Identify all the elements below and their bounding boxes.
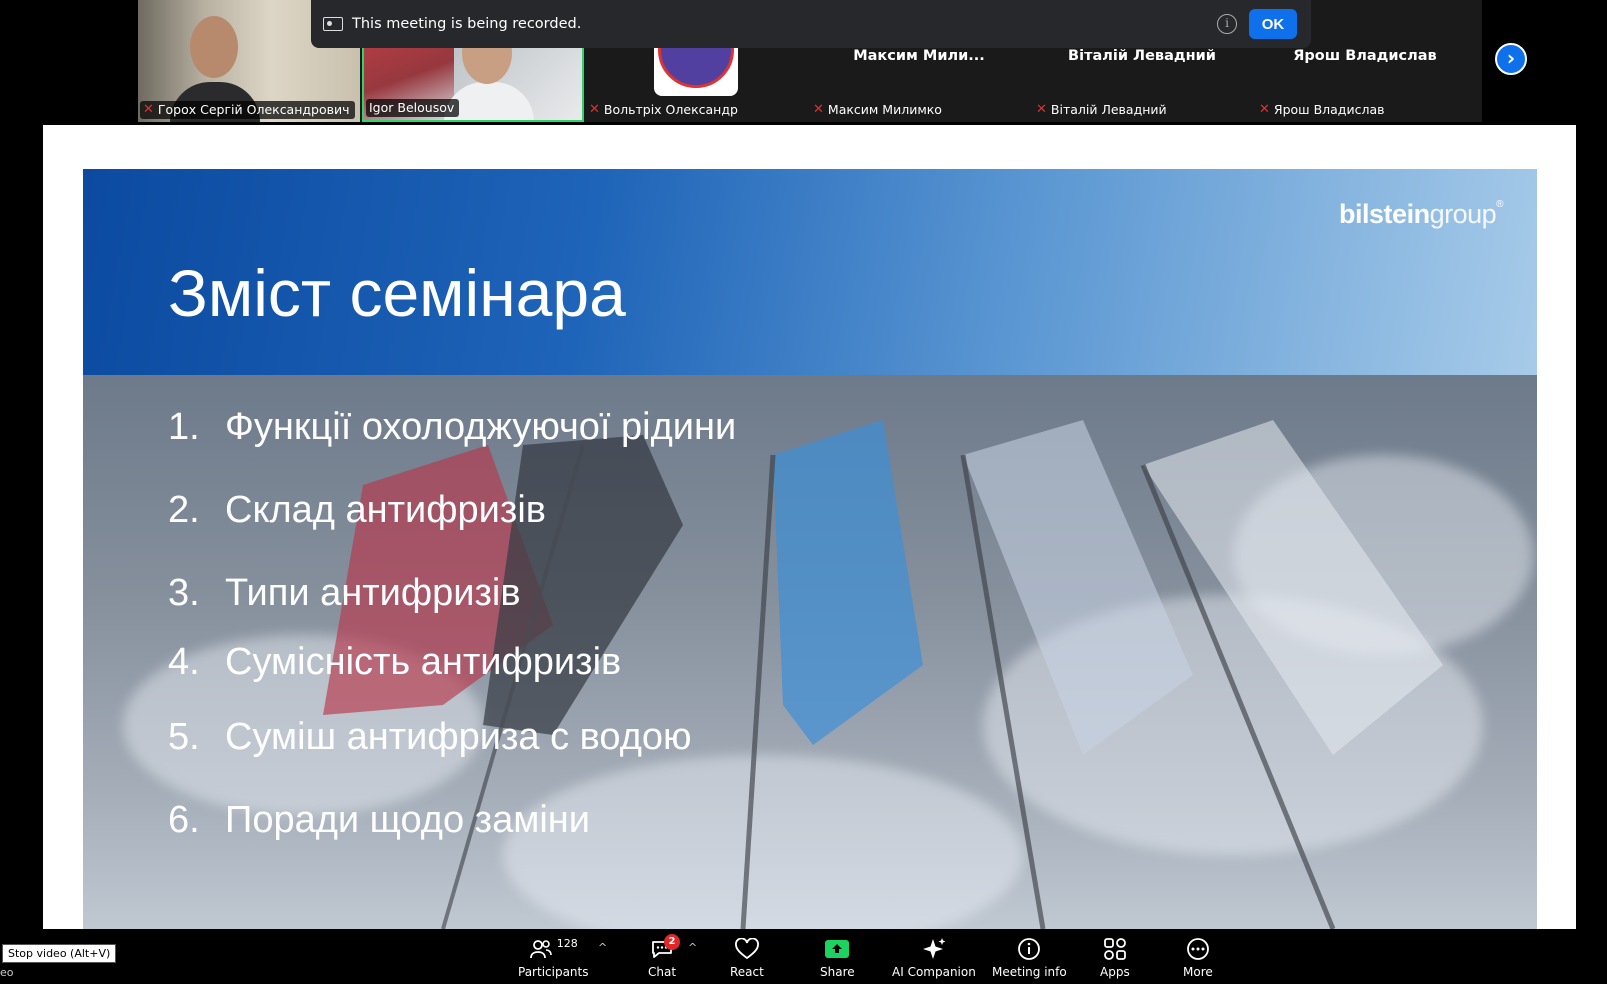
participant-name: Ярош Владислав: [1273, 102, 1385, 117]
agenda-item: 2. Склад антифризів: [168, 489, 546, 531]
participant-name-tag: ✕ Ярош Владислав: [1256, 101, 1389, 119]
bilstein-group-logo: bilsteingroup®: [1339, 199, 1503, 229]
recording-camera-icon: [323, 17, 343, 31]
stop-video-tooltip: Stop video (Alt+V): [2, 944, 117, 963]
more-label: More: [1183, 965, 1213, 979]
react-button[interactable]: React: [730, 935, 764, 979]
chat-unread-badge: 2: [664, 934, 681, 950]
slide-title: Зміст семінара: [168, 256, 626, 330]
share-screen-icon: [824, 935, 850, 963]
participant-display-name: Віталій Левадний: [1068, 48, 1216, 64]
more-button[interactable]: More: [1183, 935, 1213, 979]
chat-label: Chat: [648, 965, 677, 979]
more-dots-icon: [1185, 935, 1211, 963]
agenda-item: 3. Типи антифризів: [168, 572, 521, 614]
participant-name-tag: ✕ Горох Сергій Олександрович: [140, 101, 355, 119]
agenda-item: 5. Суміш антифриза с водою: [168, 716, 692, 758]
agenda-item: 4. Сумісність антифризів: [168, 641, 622, 683]
mic-muted-icon: ✕: [813, 102, 824, 117]
recording-ok-button[interactable]: OK: [1249, 9, 1297, 39]
participant-video-face: [190, 16, 238, 78]
recording-banner: This meeting is being recorded. i OK: [311, 0, 1311, 48]
react-label: React: [730, 965, 764, 979]
chat-icon: 2: [650, 934, 681, 963]
participant-name-tag: ✕ Максим Милимко: [810, 101, 947, 119]
mic-muted-icon: ✕: [1259, 102, 1270, 117]
participants-button[interactable]: 128 Participants: [518, 935, 589, 979]
participants-icon: 128: [529, 935, 578, 963]
apps-grid-icon: [1103, 935, 1127, 963]
participant-name: Igor Belousov: [369, 100, 455, 115]
mic-muted-icon: ✕: [1036, 102, 1047, 117]
meeting-toolbar: 128 Participants ^ 2 Chat ^ React Share …: [0, 929, 1607, 984]
participant-name: Вольтріх Олександр: [603, 102, 738, 117]
participants-label: Participants: [518, 965, 589, 979]
share-label: Share: [820, 965, 855, 979]
chat-caret-icon[interactable]: ^: [688, 941, 697, 954]
apps-button[interactable]: Apps: [1100, 935, 1130, 979]
agenda-item: 6. Поради щодо заміни: [168, 799, 591, 841]
participant-name-tag: Igor Belousov: [366, 99, 460, 117]
participant-display-name: Ярош Владислав: [1293, 48, 1437, 64]
info-icon[interactable]: i: [1217, 14, 1237, 34]
video-label-fragment: eo: [0, 966, 14, 979]
info-circle-icon: [1016, 935, 1042, 963]
next-page-chevron-icon[interactable]: ›: [1495, 43, 1527, 75]
mic-muted-icon: ✕: [143, 102, 154, 117]
sparkle-icon: [921, 935, 947, 963]
shared-screen: Зміст семінара bilsteingroup® 1. Функції …: [43, 125, 1576, 929]
agenda-item: 1. Функції охолоджуючої рідини: [168, 406, 737, 448]
participant-name: Віталій Левадний: [1050, 102, 1167, 117]
participant-display-name: Максим Мили...: [853, 48, 985, 64]
meeting-info-button[interactable]: Meeting info: [992, 935, 1067, 979]
meeting-info-label: Meeting info: [992, 965, 1067, 979]
ai-companion-label: AI Companion: [892, 965, 976, 979]
participant-avatar: [654, 44, 738, 96]
participant-name-tag: ✕ Віталій Левадний: [1033, 101, 1172, 119]
chat-button[interactable]: 2 Chat: [648, 934, 681, 979]
participant-name: Максим Милимко: [827, 102, 942, 117]
presentation-slide: Зміст семінара bilsteingroup® 1. Функції …: [83, 169, 1537, 929]
participant-name: Горох Сергій Олександрович: [157, 102, 350, 117]
heart-icon: [734, 935, 760, 963]
ai-companion-button[interactable]: AI Companion: [892, 935, 976, 979]
apps-label: Apps: [1100, 965, 1130, 979]
participants-count: 128: [556, 937, 578, 950]
mic-muted-icon: ✕: [589, 102, 600, 117]
recording-text: This meeting is being recorded.: [352, 16, 582, 32]
participants-caret-icon[interactable]: ^: [598, 941, 607, 954]
share-button[interactable]: Share: [820, 935, 855, 979]
participant-name-tag: ✕ Вольтріх Олександр: [586, 101, 743, 119]
